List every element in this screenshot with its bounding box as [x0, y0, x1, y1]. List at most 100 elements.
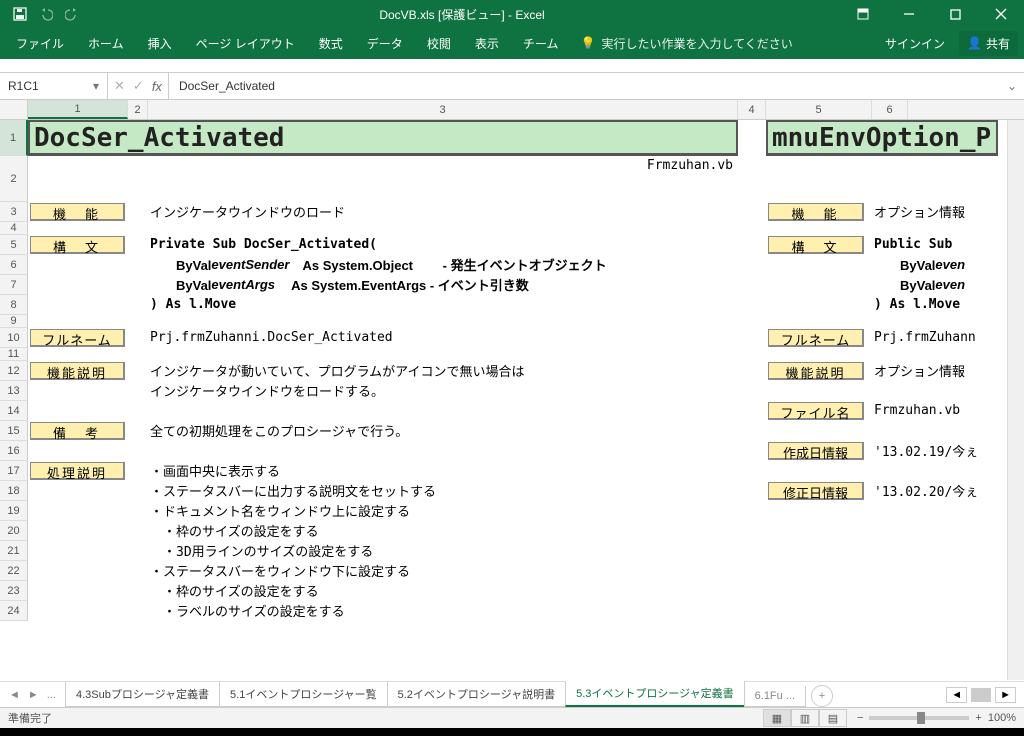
- row-header[interactable]: 19: [0, 501, 28, 521]
- sheet-tab[interactable]: 5.1イベントプロシージャー覧: [219, 682, 388, 707]
- close-icon[interactable]: [978, 0, 1024, 28]
- row-header[interactable]: 24: [0, 601, 28, 621]
- col-header[interactable]: 1: [28, 100, 128, 119]
- zoom-level[interactable]: 100%: [988, 712, 1016, 724]
- cell[interactable]: Public Sub: [872, 235, 988, 255]
- row-header[interactable]: 12: [0, 361, 28, 381]
- cell[interactable]: ByVal eventSender As System.Object - 発生イ…: [148, 255, 738, 275]
- hscroll-left-icon[interactable]: ◄: [946, 687, 967, 703]
- tab-review[interactable]: 校閲: [417, 30, 461, 57]
- tab-insert[interactable]: 挿入: [138, 30, 182, 57]
- row-header[interactable]: 1: [0, 120, 28, 156]
- cell[interactable]: ) As l.Move: [148, 295, 738, 315]
- row-header[interactable]: 23: [0, 581, 28, 601]
- zoom-out-icon[interactable]: −: [857, 712, 863, 724]
- row-header[interactable]: 21: [0, 541, 28, 561]
- name-box[interactable]: R1C1 ▾: [0, 73, 108, 99]
- cell[interactable]: Prj.frmZuhanni.DocSer_Activated: [148, 328, 738, 348]
- cell[interactable]: インジケータが動いていて、プログラムがアイコンで無い場合は: [148, 361, 738, 381]
- row-header[interactable]: 17: [0, 461, 28, 481]
- sheet-tab-active[interactable]: 5.3イベントプロシージャ定義書: [565, 681, 745, 707]
- row-header[interactable]: 18: [0, 481, 28, 501]
- sheet-tab[interactable]: 5.2イベントプロシージャ説明書: [387, 682, 567, 707]
- formula-input[interactable]: DocSer_Activated: [169, 79, 1000, 93]
- sheet-prev-icon[interactable]: ◄: [6, 687, 23, 703]
- tab-view[interactable]: 表示: [465, 30, 509, 57]
- filename-cell[interactable]: Frmzuhan.vb: [28, 156, 738, 202]
- hscroll-right-icon[interactable]: ►: [995, 687, 1016, 703]
- tab-data[interactable]: データ: [357, 30, 413, 57]
- share-button[interactable]: 👤 共有: [959, 31, 1018, 56]
- tab-file[interactable]: ファイル: [6, 30, 74, 57]
- tab-home[interactable]: ホーム: [78, 30, 134, 57]
- row-header[interactable]: 10: [0, 328, 28, 348]
- cell[interactable]: ・ステータスバーをウィンドウ下に設定する: [148, 561, 738, 581]
- zoom-slider[interactable]: [869, 716, 969, 720]
- zoom-in-icon[interactable]: +: [975, 712, 981, 724]
- row-header[interactable]: 15: [0, 421, 28, 441]
- tab-formulas[interactable]: 数式: [309, 30, 353, 57]
- expand-formula-icon[interactable]: ⌄: [1000, 79, 1024, 93]
- page-break-icon[interactable]: ▤: [819, 709, 847, 727]
- cell[interactable]: インジケータウインドウのロード: [148, 202, 738, 222]
- cell[interactable]: オプション情報: [872, 202, 988, 222]
- cell[interactable]: Frmzuhan.vb: [872, 401, 988, 421]
- sheet-tab[interactable]: 4.3Subプロシージャ定義書: [65, 682, 220, 707]
- row-header[interactable]: 22: [0, 561, 28, 581]
- cell[interactable]: '13.02.20/今ぇ: [872, 481, 988, 501]
- redo-icon[interactable]: [60, 2, 84, 26]
- tell-me[interactable]: 💡 実行したい作業を入力してください: [572, 31, 800, 56]
- col-header[interactable]: 3: [148, 100, 738, 119]
- cell[interactable]: ByVal even: [872, 275, 988, 295]
- cell[interactable]: ・画面中央に表示する: [148, 461, 738, 481]
- cell[interactable]: ・ラベルのサイズの設定をする: [148, 601, 738, 621]
- cancel-icon[interactable]: ✕: [114, 78, 125, 94]
- cell[interactable]: ) As l.Move: [872, 295, 988, 315]
- row-header[interactable]: 2: [0, 156, 28, 202]
- normal-view-icon[interactable]: ▦: [763, 709, 791, 727]
- select-all-corner[interactable]: [0, 100, 28, 119]
- cell[interactable]: ・枠のサイズの設定をする: [148, 581, 738, 601]
- cell[interactable]: Private Sub DocSer_Activated(: [148, 235, 738, 255]
- col-header[interactable]: 5: [766, 100, 872, 119]
- cell[interactable]: '13.02.19/今ぇ: [872, 441, 988, 461]
- row-header[interactable]: 8: [0, 295, 28, 315]
- add-sheet-icon[interactable]: +: [811, 685, 833, 707]
- ribbon-display-icon[interactable]: [840, 0, 886, 28]
- row-header[interactable]: 5: [0, 235, 28, 255]
- row-header[interactable]: 20: [0, 521, 28, 541]
- tab-layout[interactable]: ページ レイアウト: [186, 30, 305, 57]
- tab-team[interactable]: チーム: [513, 30, 569, 57]
- row-header[interactable]: 6: [0, 255, 28, 275]
- chevron-down-icon[interactable]: ▾: [93, 79, 99, 93]
- procedure-title[interactable]: DocSer_Activated: [28, 120, 738, 156]
- row-header[interactable]: 14: [0, 401, 28, 421]
- accept-icon[interactable]: ✓: [133, 78, 144, 94]
- col-header[interactable]: 6: [872, 100, 908, 119]
- cell[interactable]: ByVal eventArgs As System.EventArgs - イベ…: [148, 275, 738, 295]
- row-header[interactable]: 11: [0, 348, 28, 361]
- hscroll-thumb[interactable]: [971, 688, 991, 702]
- sheet-tab[interactable]: 6.1Fu ...: [744, 686, 806, 707]
- sheet-more[interactable]: ...: [44, 687, 59, 703]
- row-header[interactable]: 9: [0, 315, 28, 328]
- cell[interactable]: インジケータウインドウをロードする。: [148, 381, 738, 401]
- cell[interactable]: ・ステータスバーに出力する説明文をセットする: [148, 481, 738, 501]
- cell[interactable]: ・枠のサイズの設定をする: [148, 521, 738, 541]
- row-header[interactable]: 4: [0, 222, 28, 235]
- col-header[interactable]: 4: [738, 100, 766, 119]
- save-icon[interactable]: [8, 2, 32, 26]
- sheet-next-icon[interactable]: ►: [25, 687, 42, 703]
- maximize-icon[interactable]: [932, 0, 978, 28]
- cell[interactable]: Prj.frmZuhann: [872, 328, 988, 348]
- row-header[interactable]: 16: [0, 441, 28, 461]
- col-header[interactable]: 2: [128, 100, 148, 119]
- page-layout-icon[interactable]: ▥: [791, 709, 819, 727]
- cell[interactable]: オプション情報: [872, 361, 988, 381]
- vertical-scrollbar[interactable]: [1007, 120, 1024, 680]
- undo-icon[interactable]: [34, 2, 58, 26]
- procedure-title-right[interactable]: mnuEnvOption_P: [766, 120, 998, 156]
- cell[interactable]: ByVal even: [872, 255, 988, 275]
- cell[interactable]: ・ドキュメント名をウィンドウ上に設定する: [148, 501, 738, 521]
- cell[interactable]: 全ての初期処理をこのプロシージャで行う。: [148, 421, 738, 441]
